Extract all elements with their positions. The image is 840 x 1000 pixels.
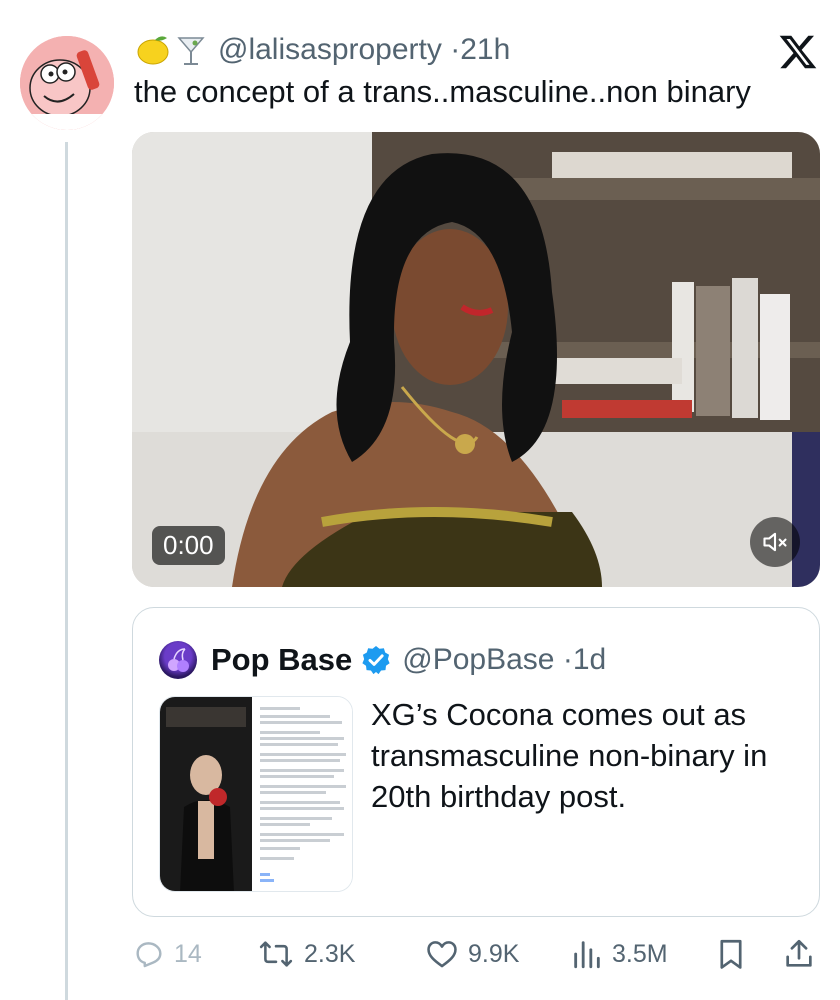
quoted-handle-text: @PopBase [402, 643, 555, 676]
views-button[interactable]: 3.5M [570, 930, 668, 978]
reply-count: 14 [174, 939, 202, 968]
repost-icon [259, 941, 293, 967]
lemon-icon [134, 31, 172, 69]
action-bar: 14 2.3K 9.9K 3.5M [132, 930, 820, 978]
bookmark-icon [720, 939, 742, 969]
video-player[interactable]: 0:00 [132, 132, 820, 587]
views-chart-icon [574, 941, 600, 969]
quoted-author-handle: @PopBase ·1d [402, 643, 606, 677]
like-button[interactable]: 9.9K [424, 930, 519, 978]
reply-icon [136, 942, 162, 968]
thread-line [65, 142, 68, 1000]
thumbnail-image [160, 697, 352, 891]
video-time: 0:00 [152, 526, 225, 565]
cocktail-glass-icon [172, 31, 210, 69]
share-icon [786, 939, 812, 967]
video-frame [132, 132, 820, 587]
tweet-text: the concept of a trans..masculine..non b… [134, 74, 751, 109]
quoted-tweet[interactable]: Pop Base @PopBase ·1d XG’s Cocona comes … [132, 607, 820, 917]
cherry-logo-icon [168, 648, 189, 672]
reply-button[interactable]: 14 [132, 930, 202, 978]
mute-button[interactable] [750, 517, 800, 567]
views-count: 3.5M [612, 939, 668, 968]
quoted-tweet-header: Pop Base @PopBase ·1d [159, 640, 606, 680]
quoted-author-name: Pop Base [211, 642, 353, 677]
tweet-header: @lalisasproperty ·21h [134, 30, 510, 70]
repost-button[interactable]: 2.3K [256, 930, 355, 978]
tweet-time[interactable]: 21h [460, 33, 510, 66]
quoted-separator: · [562, 643, 573, 676]
handle-text: @lalisasproperty [218, 33, 442, 66]
heart-icon [427, 941, 457, 968]
muted-speaker-icon [763, 532, 787, 552]
share-button[interactable] [782, 930, 824, 978]
cartoon-character-avatar-icon [20, 36, 114, 130]
like-count: 9.9K [468, 939, 520, 968]
x-logo-icon[interactable] [778, 32, 818, 72]
quoted-tweet-text: XG’s Cocona comes out as transmasculine … [371, 697, 768, 814]
separator: · [450, 33, 461, 66]
quoted-author-avatar [159, 641, 197, 679]
bookmark-button[interactable] [714, 930, 756, 978]
repost-count: 2.3K [304, 939, 356, 968]
author-avatar[interactable] [20, 36, 114, 130]
quoted-media-thumbnail[interactable] [159, 696, 353, 892]
verified-badge-icon [362, 646, 390, 675]
quoted-time: 1d [572, 643, 607, 676]
author-handle[interactable]: @lalisasproperty ·21h [218, 33, 510, 67]
